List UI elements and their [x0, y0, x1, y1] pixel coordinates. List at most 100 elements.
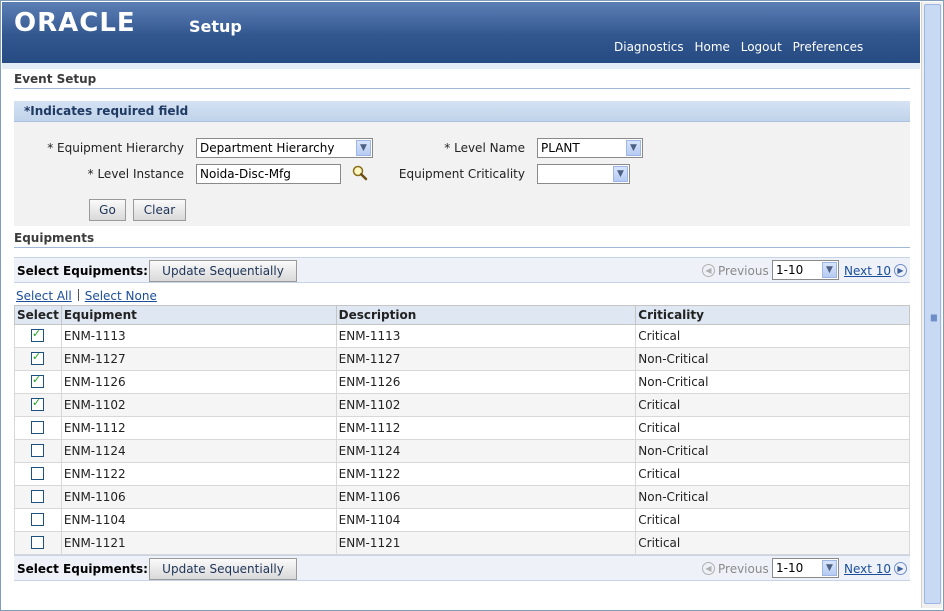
criticality-cell: Non-Critical	[635, 485, 910, 509]
scrollbar-thumb[interactable]: ▬ ▬ ▬	[924, 4, 941, 604]
logout-link[interactable]: Logout	[741, 40, 782, 54]
chevron-down-icon[interactable]: ▼	[356, 140, 371, 156]
table-row: ENM-1126ENM-1126Non-Critical	[14, 370, 910, 394]
diagnostics-link[interactable]: Diagnostics	[614, 40, 684, 54]
select-equipments-label: Select Equipments:	[17, 562, 148, 576]
equipment-cell: ENM-1113	[60, 324, 337, 348]
table-row: ENM-1102ENM-1102Critical	[14, 393, 910, 417]
required-field-bar: *Indicates required field	[14, 101, 910, 122]
row-checkbox[interactable]	[31, 536, 44, 549]
select-cell	[14, 347, 62, 371]
level-instance-label: * Level Instance	[87, 167, 184, 181]
home-link[interactable]: Home	[694, 40, 729, 54]
column-header-description[interactable]: Description	[335, 305, 637, 325]
chevron-down-icon[interactable]: ▼	[613, 166, 628, 182]
chevron-down-icon[interactable]: ▼	[822, 560, 837, 576]
row-checkbox[interactable]	[31, 513, 44, 526]
table-row: ENM-1127ENM-1127Non-Critical	[14, 347, 910, 371]
level-name-value: PLANT	[541, 141, 580, 155]
criticality-cell: Non-Critical	[635, 370, 910, 394]
criticality-cell: Non-Critical	[635, 347, 910, 371]
oracle-logo: ORACLE	[14, 8, 136, 38]
equipment-criticality-select[interactable]: ▼	[537, 164, 630, 184]
select-cell	[14, 508, 62, 532]
select-cell	[14, 370, 62, 394]
select-cell	[14, 324, 62, 348]
next-link[interactable]: Next 10	[844, 562, 891, 576]
equipment-cell: ENM-1124	[60, 439, 337, 463]
previous-link: Previous	[718, 264, 769, 278]
description-cell: ENM-1104	[335, 508, 637, 532]
required-note: *Indicates required field	[24, 104, 189, 118]
table-controls-top: Select Equipments: Update Sequentially ◀…	[14, 257, 910, 283]
row-checkbox[interactable]	[31, 490, 44, 503]
criticality-cell: Critical	[635, 462, 910, 486]
vertical-scrollbar[interactable]: ▬ ▬ ▬	[921, 2, 942, 608]
range-value: 1-10	[776, 561, 804, 575]
title-divider	[14, 88, 910, 89]
update-sequentially-button[interactable]: Update Sequentially	[149, 558, 297, 580]
equipment-cell: ENM-1106	[60, 485, 337, 509]
header-strip	[2, 63, 920, 69]
update-sequentially-button[interactable]: Update Sequentially	[149, 260, 297, 282]
section-divider	[14, 247, 910, 248]
equipment-criticality-label: Equipment Criticality	[398, 167, 525, 181]
criticality-cell: Non-Critical	[635, 439, 910, 463]
select-cell	[14, 485, 62, 509]
app-title: Setup	[189, 17, 242, 36]
equipments-section-title: Equipments	[14, 231, 95, 245]
equipment-cell: ENM-1122	[60, 462, 337, 486]
equipments-table: Select Equipment Description Criticality…	[14, 305, 910, 555]
scroll-grip-icon: ▬ ▬ ▬	[930, 311, 938, 324]
description-cell: ENM-1102	[335, 393, 637, 417]
app-header: ORACLE Setup Diagnostics Home Logout Pre…	[2, 2, 920, 63]
global-links: Diagnostics Home Logout Preferences	[614, 40, 870, 54]
column-header-criticality[interactable]: Criticality	[635, 305, 910, 325]
select-cell	[14, 393, 62, 417]
equipment-hierarchy-select[interactable]: Department Hierarchy ▼	[196, 138, 373, 158]
equipment-cell: ENM-1102	[60, 393, 337, 417]
equipment-hierarchy-label: * Equipment Hierarchy	[47, 141, 184, 155]
level-instance-input[interactable]: Noida-Disc-Mfg	[196, 164, 341, 184]
equipment-cell: ENM-1127	[60, 347, 337, 371]
equipment-hierarchy-value: Department Hierarchy	[200, 141, 335, 155]
preferences-link[interactable]: Preferences	[793, 40, 864, 54]
selection-links: Select All Select None	[16, 289, 157, 303]
select-cell	[14, 531, 62, 555]
table-row: ENM-1113ENM-1113Critical	[14, 324, 910, 348]
description-cell: ENM-1124	[335, 439, 637, 463]
next-link[interactable]: Next 10	[844, 264, 891, 278]
column-header-equipment[interactable]: Equipment	[60, 305, 337, 325]
page-title: Event Setup	[14, 72, 97, 86]
next-icon[interactable]: ▶	[894, 562, 907, 575]
select-cell	[14, 416, 62, 440]
level-name-select[interactable]: PLANT ▼	[537, 138, 643, 158]
select-all-link[interactable]: Select All	[16, 289, 72, 303]
row-checkbox[interactable]	[31, 396, 44, 411]
description-cell: ENM-1106	[335, 485, 637, 509]
equipment-cell: ENM-1121	[60, 531, 337, 555]
chevron-down-icon[interactable]: ▼	[626, 140, 641, 156]
range-select[interactable]: 1-10 ▼	[772, 260, 839, 280]
search-icon[interactable]	[351, 164, 369, 182]
go-button[interactable]: Go	[89, 199, 126, 221]
row-checkbox[interactable]	[31, 373, 44, 388]
row-checkbox[interactable]	[31, 444, 44, 457]
description-cell: ENM-1122	[335, 462, 637, 486]
table-row: ENM-1104 ENM-1104 Critical	[14, 508, 910, 532]
table-row: ENM-1121 ENM-1121 Critical	[14, 531, 910, 555]
row-checkbox[interactable]	[31, 350, 44, 365]
row-checkbox[interactable]	[31, 327, 44, 342]
table-row: ENM-1124 ENM-1124 Non-Critical	[14, 439, 910, 463]
row-checkbox[interactable]	[31, 467, 44, 480]
row-checkbox[interactable]	[31, 421, 44, 434]
select-none-link[interactable]: Select None	[85, 289, 157, 303]
criticality-cell: Critical	[635, 508, 910, 532]
previous-link: Previous	[718, 562, 769, 576]
criticality-cell: Critical	[635, 393, 910, 417]
clear-button[interactable]: Clear	[133, 199, 186, 221]
select-equipments-label: Select Equipments:	[17, 264, 148, 278]
next-icon[interactable]: ▶	[894, 264, 907, 277]
range-select[interactable]: 1-10 ▼	[772, 558, 839, 578]
chevron-down-icon[interactable]: ▼	[822, 262, 837, 278]
